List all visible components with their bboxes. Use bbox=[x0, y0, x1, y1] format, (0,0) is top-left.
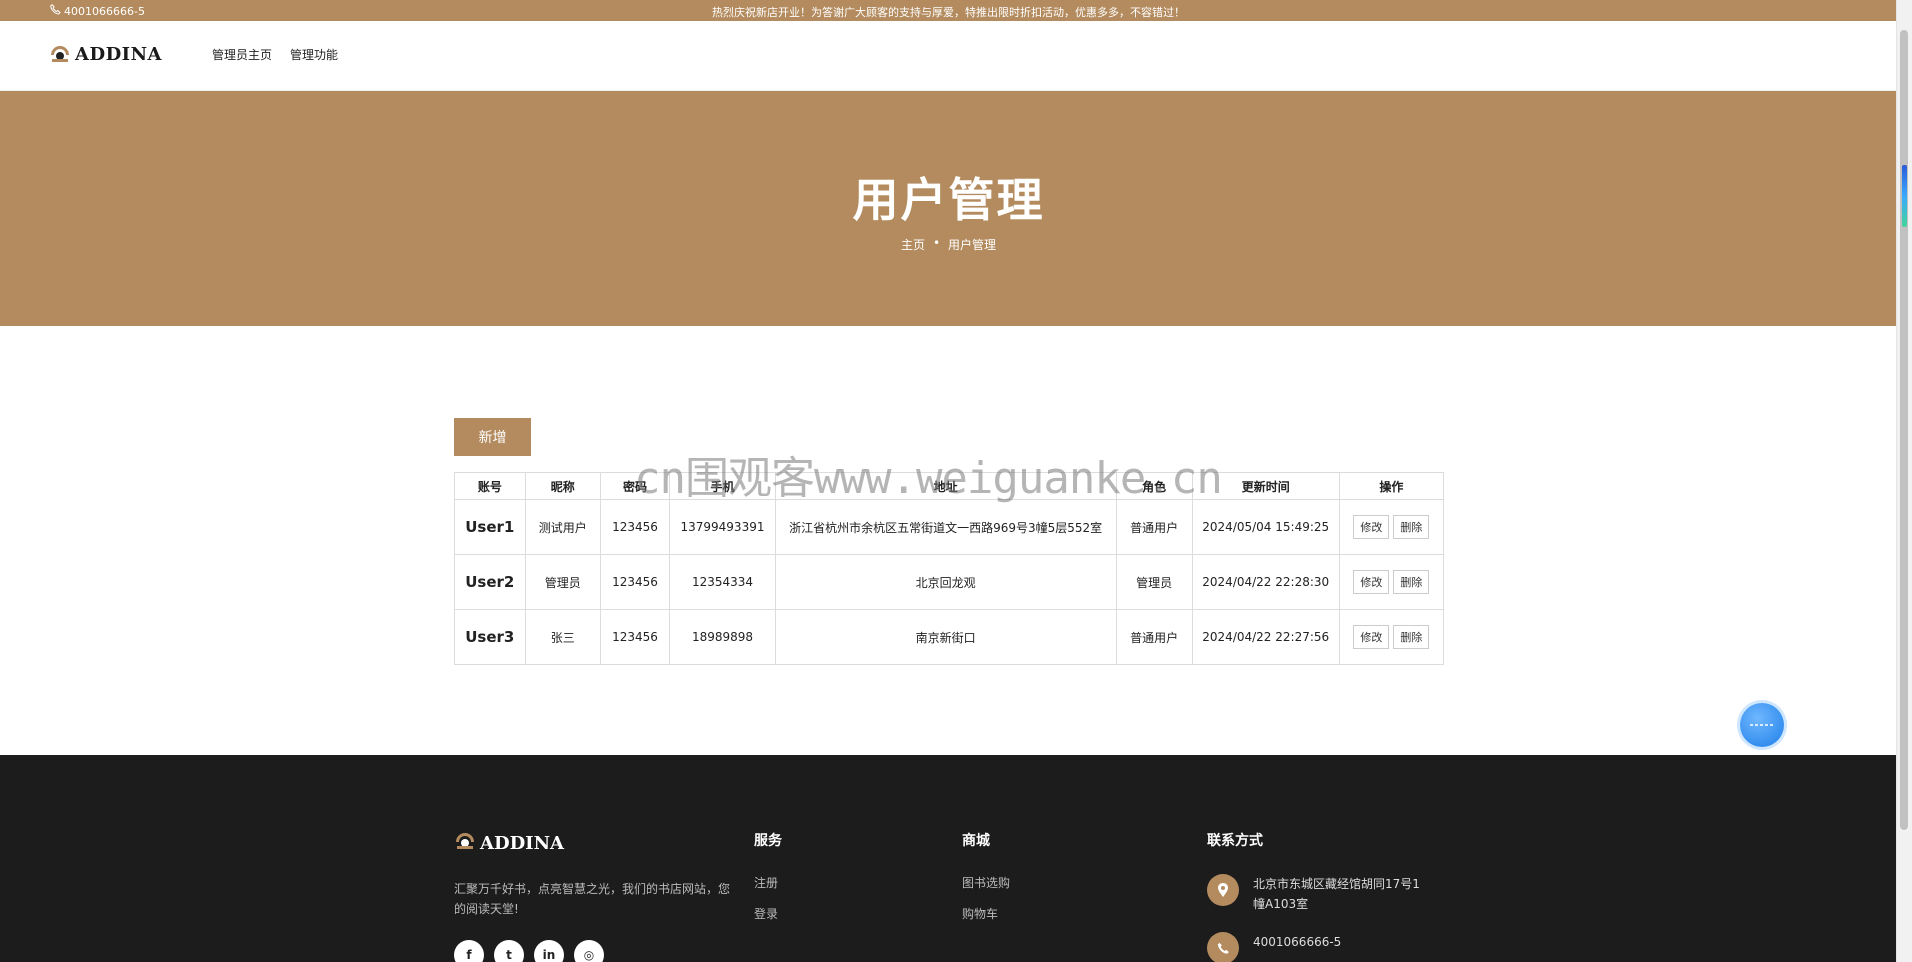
footer-logo[interactable]: ADDINA bbox=[454, 830, 564, 856]
cell-account: User1 bbox=[454, 499, 526, 555]
cell-nickname: 测试用户 bbox=[524, 499, 601, 555]
table-row: User2 管理员 123456 12354334 北京回龙观 管理员 2024… bbox=[454, 554, 1445, 610]
cell-account: User2 bbox=[454, 554, 526, 610]
footer-mall: 商城 图书选购 购物车 bbox=[962, 830, 1010, 936]
table-header-row: 账号 昵称 密码 手机 地址 角色 更新时间 操作 bbox=[454, 472, 1445, 500]
column-header-password: 密码 bbox=[599, 472, 671, 500]
cell-updated: 2024/05/04 15:49:25 bbox=[1191, 499, 1340, 555]
breadcrumb-home[interactable]: 主页 bbox=[901, 236, 925, 253]
footer-description: 汇聚万千好书，点亮智慧之光，我们的书店网站，您的阅读天堂! bbox=[454, 882, 731, 916]
column-header-phone: 手机 bbox=[669, 472, 776, 500]
instagram-icon[interactable]: ◎ bbox=[574, 940, 604, 962]
float-action-icon[interactable] bbox=[1740, 703, 1784, 747]
cell-account: User3 bbox=[454, 609, 526, 665]
footer-services: 服务 注册 登录 bbox=[754, 830, 782, 936]
footer-link-books[interactable]: 图书选购 bbox=[962, 874, 1010, 891]
logo-icon bbox=[454, 830, 476, 856]
site-header: ADDINA 管理员主页 管理功能 bbox=[0, 21, 1897, 91]
cell-role: 普通用户 bbox=[1115, 609, 1193, 665]
cell-updated: 2024/04/22 22:28:30 bbox=[1191, 554, 1340, 610]
main-nav: 管理员主页 管理功能 bbox=[212, 46, 338, 63]
contact-address-text: 北京市东城区藏经馆胡同17号1幢A103室 bbox=[1253, 877, 1420, 911]
footer-link-register[interactable]: 注册 bbox=[754, 874, 782, 891]
cell-address: 南京新街口 bbox=[774, 609, 1117, 665]
column-header-role: 角色 bbox=[1115, 472, 1193, 500]
column-header-address: 地址 bbox=[774, 472, 1117, 500]
cell-phone: 18989898 bbox=[669, 609, 776, 665]
footer-link-login[interactable]: 登录 bbox=[754, 905, 782, 922]
site-logo[interactable]: ADDINA bbox=[49, 43, 162, 65]
footer-contact: 联系方式 北京市东城区藏经馆胡同17号1幢A103室 4001066666-5 bbox=[1207, 830, 1423, 962]
cell-phone: 13799493391 bbox=[669, 499, 776, 555]
column-header-nickname: 昵称 bbox=[524, 472, 601, 500]
footer-contact-title: 联系方式 bbox=[1207, 833, 1263, 849]
cell-address: 北京回龙观 bbox=[774, 554, 1117, 610]
cell-actions: 修改 删除 bbox=[1338, 499, 1445, 555]
twitter-icon[interactable]: t bbox=[494, 940, 524, 962]
cell-role: 管理员 bbox=[1115, 554, 1193, 610]
contact-address: 北京市东城区藏经馆胡同17号1幢A103室 bbox=[1207, 874, 1423, 914]
cell-nickname: 管理员 bbox=[524, 554, 601, 610]
contact-phone-text: 4001066666-5 bbox=[1253, 935, 1342, 949]
cell-actions: 修改 删除 bbox=[1338, 609, 1445, 665]
phone-circle-icon bbox=[1207, 932, 1239, 962]
delete-button[interactable]: 删除 bbox=[1393, 625, 1430, 649]
linkedin-icon[interactable]: in bbox=[534, 940, 564, 962]
cell-password: 123456 bbox=[599, 499, 671, 555]
delete-button[interactable]: 删除 bbox=[1393, 515, 1430, 539]
edit-button[interactable]: 修改 bbox=[1353, 625, 1390, 649]
page-hero: 用户管理 主页 • 用户管理 bbox=[0, 91, 1897, 326]
table-row: User1 测试用户 123456 13799493391 浙江省杭州市余杭区五… bbox=[454, 499, 1445, 555]
delete-button[interactable]: 删除 bbox=[1393, 570, 1430, 594]
top-announcement-bar: 4001066666-5 热烈庆祝新店开业！为答谢广大顾客的支持与厚爱，特推出限… bbox=[0, 0, 1897, 21]
cell-actions: 修改 删除 bbox=[1338, 554, 1445, 610]
main-content: 新增 账号 昵称 密码 手机 地址 角色 更新时间 操作 User1 测试用户 bbox=[0, 326, 1897, 756]
cell-phone: 12354334 bbox=[669, 554, 776, 610]
table-row: User3 张三 123456 18989898 南京新街口 普通用户 2024… bbox=[454, 609, 1445, 665]
cell-password: 123456 bbox=[599, 609, 671, 665]
site-footer: ADDINA 汇聚万千好书，点亮智慧之光，我们的书店网站，您的阅读天堂! f t… bbox=[0, 755, 1897, 962]
page-scrollbar[interactable] bbox=[1896, 0, 1912, 962]
topbar-notice: 热烈庆祝新店开业！为答谢广大顾客的支持与厚爱，特推出限时折扣活动，优惠多多，不容… bbox=[712, 6, 1185, 19]
logo-text: ADDINA bbox=[75, 43, 163, 65]
cell-nickname: 张三 bbox=[524, 609, 601, 665]
edit-button[interactable]: 修改 bbox=[1353, 515, 1390, 539]
page-title: 用户管理 bbox=[852, 173, 1045, 227]
contact-phone: 4001066666-5 bbox=[1207, 932, 1423, 962]
breadcrumb-current: 用户管理 bbox=[948, 238, 997, 252]
nav-admin-home[interactable]: 管理员主页 bbox=[212, 46, 272, 63]
edit-button[interactable]: 修改 bbox=[1353, 570, 1390, 594]
social-links: f t in ◎ bbox=[454, 940, 604, 962]
footer-logo-text: ADDINA bbox=[480, 832, 565, 854]
footer-mall-title: 商城 bbox=[962, 833, 990, 849]
footer-link-cart[interactable]: 购物车 bbox=[962, 905, 1010, 922]
logo-icon bbox=[49, 43, 71, 65]
column-header-updated: 更新时间 bbox=[1191, 472, 1340, 500]
add-user-button[interactable]: 新增 bbox=[454, 418, 531, 456]
column-header-account: 账号 bbox=[454, 472, 526, 500]
scrollbar-marker bbox=[1902, 165, 1907, 227]
breadcrumb-separator: • bbox=[932, 236, 941, 250]
nav-admin-functions[interactable]: 管理功能 bbox=[290, 46, 338, 63]
column-header-actions: 操作 bbox=[1338, 472, 1445, 500]
cell-address: 浙江省杭州市余杭区五常街道文一西路969号3幢5层552室 bbox=[774, 499, 1117, 555]
location-icon bbox=[1207, 874, 1239, 906]
scrollbar-thumb[interactable] bbox=[1900, 30, 1908, 830]
breadcrumb: 主页 • 用户管理 bbox=[0, 236, 1897, 253]
footer-services-title: 服务 bbox=[754, 833, 782, 849]
cell-updated: 2024/04/22 22:27:56 bbox=[1191, 609, 1340, 665]
users-table: 账号 昵称 密码 手机 地址 角色 更新时间 操作 User1 测试用户 123… bbox=[454, 472, 1445, 665]
cell-password: 123456 bbox=[599, 554, 671, 610]
facebook-icon[interactable]: f bbox=[454, 940, 484, 962]
page: 4001066666-5 热烈庆祝新店开业！为答谢广大顾客的支持与厚爱，特推出限… bbox=[0, 0, 1897, 962]
cell-role: 普通用户 bbox=[1115, 499, 1193, 555]
